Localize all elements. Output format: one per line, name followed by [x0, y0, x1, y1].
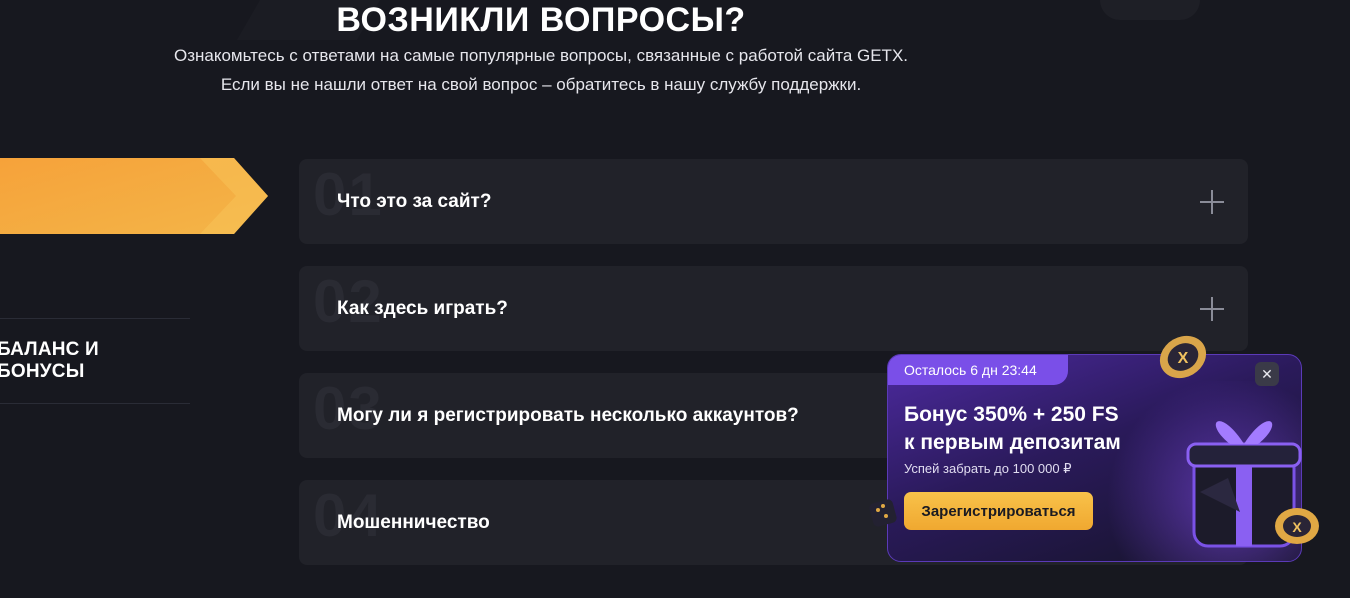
- promo-timer: Осталось 6 дн 23:44: [888, 355, 1068, 385]
- nav-item-balance-bonuses[interactable]: БАЛАНС И БОНУСЫ: [0, 318, 190, 404]
- faq-item[interactable]: 02 Как здесь играть?: [299, 266, 1248, 351]
- nav-item-label: БАЛАНС И БОНУСЫ: [0, 339, 99, 382]
- casino-chip-icon: X: [1159, 335, 1207, 379]
- faq-question: Как здесь играть?: [337, 297, 508, 319]
- nav-item-active[interactable]: [0, 158, 268, 234]
- page-title: ВОЗНИКЛИ ВОПРОСЫ?: [336, 1, 746, 39]
- faq-question: Могу ли я регистрировать несколько аккау…: [337, 404, 799, 426]
- svg-text:X: X: [1178, 350, 1189, 367]
- page-subtitle-line-2: Если вы не нашли ответ на свой вопрос – …: [220, 75, 862, 94]
- promo-title-line-2: к первым депозитам: [904, 431, 1121, 454]
- promo-title: Бонус 350% + 250 FS к первым депозитам: [904, 401, 1154, 457]
- faq-question: Что это за сайт?: [337, 190, 492, 212]
- promo-title-line-1: Бонус 350% + 250 FS: [904, 403, 1119, 426]
- promo-note: Успей забрать до 100 000 ₽: [904, 461, 1072, 476]
- register-button[interactable]: Зарегистрироваться: [904, 492, 1093, 530]
- chat-bubble-decoration: [1100, 0, 1200, 20]
- close-icon[interactable]: ✕: [1255, 362, 1279, 386]
- plus-icon[interactable]: [1200, 190, 1224, 214]
- dice-icon: [869, 499, 897, 527]
- faq-question: Мошенничество: [337, 511, 490, 533]
- svg-text:X: X: [1292, 519, 1302, 535]
- plus-icon[interactable]: [1200, 297, 1224, 321]
- page-subtitle-line-1: Ознакомьтесь с ответами на самые популяр…: [173, 46, 909, 65]
- faq-item[interactable]: 01 Что это за сайт?: [299, 159, 1248, 244]
- casino-chip-icon: X: [1275, 508, 1319, 544]
